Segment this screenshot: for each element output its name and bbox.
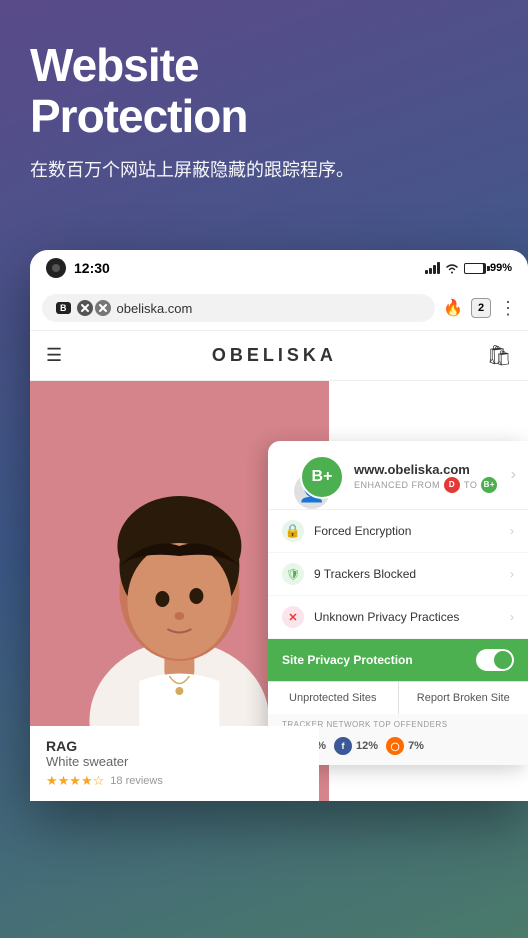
- product-name: RAG: [46, 738, 303, 754]
- phone-mockup: 12:30 99% B: [30, 250, 528, 801]
- protection-label: Site Privacy Protection: [282, 653, 413, 667]
- toggle-knob: [494, 651, 512, 669]
- tracker-block-icon-2: [95, 300, 111, 316]
- bottom-tabs: Unprotected Sites Report Broken Site: [268, 681, 528, 714]
- stars-icon: ★★★★☆: [46, 773, 104, 789]
- more-menu-icon[interactable]: ⋮: [499, 298, 516, 319]
- brave-badge: B: [56, 302, 71, 314]
- encryption-icon: 🔒: [282, 520, 304, 542]
- encryption-label: Forced Encryption: [314, 524, 500, 538]
- unknown-privacy-label: Unknown Privacy Practices: [314, 610, 500, 624]
- encryption-arrow: ›: [510, 524, 514, 538]
- privacy-item-unknown[interactable]: ✕ Unknown Privacy Practices ›: [268, 596, 528, 639]
- signal-icon: [425, 262, 440, 274]
- privacy-card: B+ www.obeliska.com ENHANCED FROM D TO B…: [268, 441, 528, 765]
- product-description: White sweater: [46, 754, 303, 769]
- tab-count[interactable]: 2: [471, 298, 491, 318]
- protection-toggle-row[interactable]: Site Privacy Protection: [268, 639, 528, 681]
- website-header: ☰ OBELISKA 🛍: [30, 331, 528, 381]
- tab-unprotected-sites[interactable]: Unprotected Sites: [268, 682, 399, 714]
- grade-from-badge: D: [444, 477, 460, 493]
- trackers-icon: 🛡: [282, 563, 304, 585]
- review-count: 18 reviews: [110, 775, 163, 787]
- grade-to-badge: B+: [481, 477, 497, 493]
- status-icons: 99%: [425, 262, 512, 274]
- site-domain: www.obeliska.com: [354, 462, 512, 477]
- site-score-badge: B+: [300, 455, 344, 499]
- url-text: obeliska.com: [117, 301, 422, 316]
- star-rating: ★★★★☆ 18 reviews: [46, 773, 303, 789]
- product-info: RAG White sweater ★★★★☆ 18 reviews: [30, 726, 319, 801]
- unknown-privacy-arrow: ›: [510, 610, 514, 624]
- trackers-label: 9 Trackers Blocked: [314, 567, 500, 581]
- tracker-other: ◯ 7%: [386, 737, 424, 755]
- facebook-tracker-pct: 12%: [356, 740, 378, 752]
- hero-section: WebsiteProtection 在数百万个网站上屏蔽隐藏的跟踪程序。: [0, 0, 528, 204]
- facebook-tracker-icon: f: [334, 737, 352, 755]
- camera-icon: [46, 258, 66, 278]
- card-chevron-right: ›: [511, 466, 516, 484]
- cart-icon[interactable]: 🛍: [487, 343, 512, 368]
- card-header[interactable]: B+ www.obeliska.com ENHANCED FROM D TO B…: [268, 441, 528, 509]
- battery-icon: [464, 263, 486, 274]
- site-enhanced-label: ENHANCED FROM D TO B+: [354, 477, 512, 493]
- privacy-items-list: 🔒 Forced Encryption › 🛡 9 Trackers Block…: [268, 509, 528, 639]
- trackers-arrow: ›: [510, 567, 514, 581]
- content-area: B+ www.obeliska.com ENHANCED FROM D TO B…: [30, 381, 528, 801]
- wifi-icon: [444, 262, 460, 274]
- battery-pct: 99%: [490, 262, 512, 274]
- privacy-item-encryption[interactable]: 🔒 Forced Encryption ›: [268, 510, 528, 553]
- browser-bar[interactable]: B obeliska.com 🔥 2 ⋮: [30, 286, 528, 331]
- status-bar: 12:30 99%: [30, 250, 528, 286]
- url-bar[interactable]: B obeliska.com: [42, 294, 435, 322]
- hero-subtitle: 在数百万个网站上屏蔽隐藏的跟踪程序。: [30, 157, 498, 184]
- hamburger-icon[interactable]: ☰: [46, 345, 62, 366]
- tracker-facebook: f 12%: [334, 737, 378, 755]
- privacy-item-trackers[interactable]: 🛡 9 Trackers Blocked ›: [268, 553, 528, 596]
- tab-report-broken[interactable]: Report Broken Site: [399, 682, 528, 714]
- site-logo: OBELISKA: [212, 345, 337, 366]
- unknown-privacy-icon: ✕: [282, 606, 304, 628]
- other-tracker-pct: 7%: [408, 740, 424, 752]
- hero-title: WebsiteProtection: [30, 40, 498, 141]
- fire-icon[interactable]: 🔥: [443, 298, 463, 318]
- other-tracker-icon: ◯: [386, 737, 404, 755]
- status-time: 12:30: [46, 258, 110, 278]
- protection-toggle-switch[interactable]: [476, 649, 514, 671]
- tracker-block-icon-1: [77, 300, 93, 316]
